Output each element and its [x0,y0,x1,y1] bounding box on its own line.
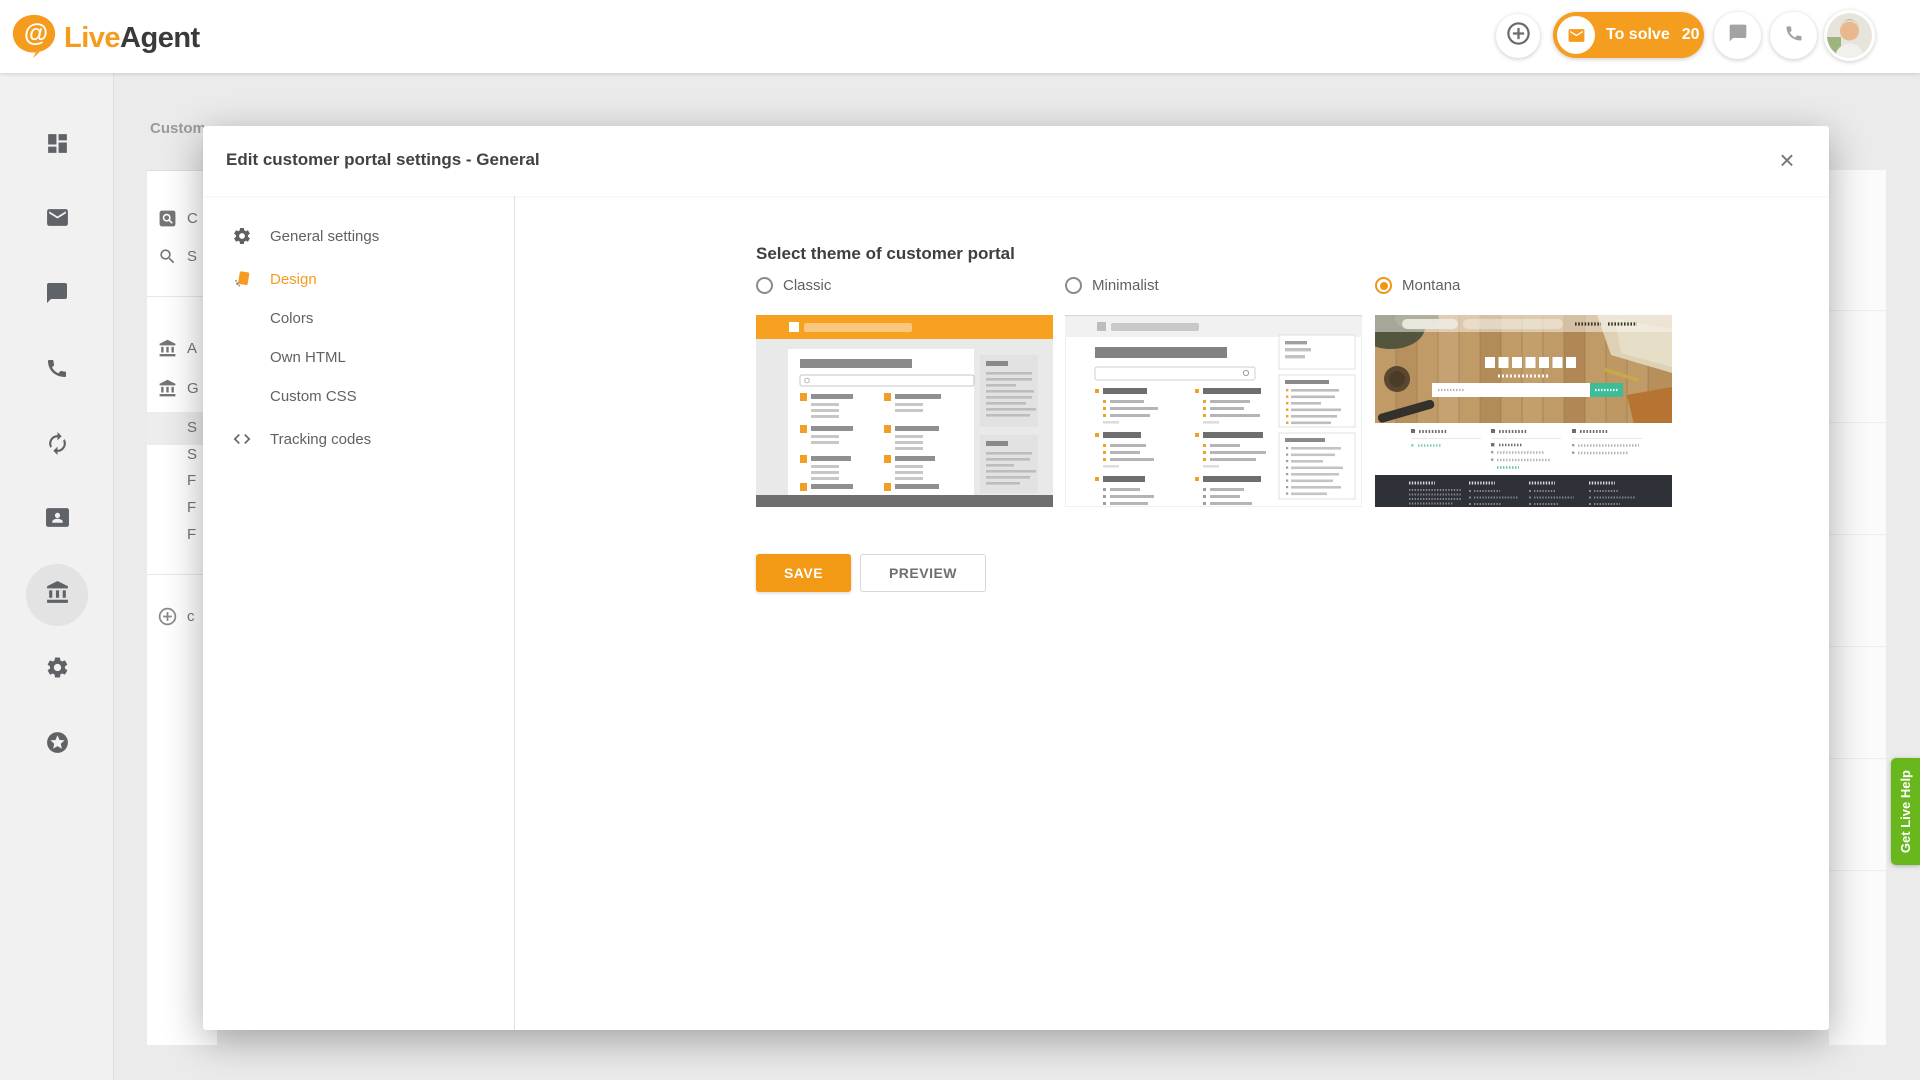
liveagent-logo[interactable]: @ LiveAgent [10,13,200,64]
sidebar-item-social[interactable] [33,422,81,470]
edit-portal-settings-modal: Edit customer portal settings - General … [203,126,1829,1030]
get-live-help-tab[interactable]: Get Live Help [1891,758,1920,865]
sidebar-item-contacts[interactable] [33,496,81,544]
theme-preview-montana[interactable] [1375,315,1672,507]
mail-icon [45,205,70,235]
phone-icon [1784,23,1804,48]
theme-option-montana[interactable]: Montana [1375,277,1460,294]
sidebar-item-customer-portal[interactable] [33,571,81,619]
theme-preview-classic[interactable] [756,315,1053,507]
avatar-image [1827,13,1872,58]
envelope-icon [1557,16,1595,54]
star-circle-icon [45,730,70,760]
theme-radio-minimalist[interactable] [1065,277,1082,294]
top-header: @ LiveAgent To solve 20 [0,0,1920,73]
add-circle-icon [155,606,179,627]
user-avatar[interactable] [1824,10,1875,61]
gear-icon [45,655,70,685]
modal-header: Edit customer portal settings - General … [203,126,1829,196]
modal-content: Select theme of customer portal Classic … [553,196,1829,1030]
bank-icon [155,379,179,398]
dashboard-icon [45,131,70,161]
svg-text:@: @ [24,21,48,48]
background-page-title: Custom [150,120,205,137]
get-live-help-label: Get Live Help [1898,770,1913,853]
modal-title: Edit customer portal settings - General [226,150,540,170]
theme-section-heading: Select theme of customer portal [756,244,1015,264]
to-solve-label: To solve [1606,26,1670,44]
bg-row-create: c [155,606,195,627]
to-solve-count: 20 [1682,26,1700,44]
modal-settings-nav: General settings Design Colors Own HTML … [203,196,515,1030]
sidebar-item-chats[interactable] [33,271,81,319]
plus-circle-icon [1505,20,1532,52]
theme-option-classic[interactable]: Classic [756,277,831,294]
theme-option-minimalist[interactable]: Minimalist [1065,277,1159,294]
modal-nav-tracking-codes[interactable]: Tracking codes [203,424,515,454]
modal-nav-custom-css[interactable]: Custom CSS [203,381,515,411]
chats-overview-button[interactable] [1714,12,1761,59]
modal-nav-colors[interactable]: Colors [203,303,515,333]
theme-preview-minimalist[interactable] [1065,315,1362,507]
bank-icon [155,339,179,358]
design-icon [229,268,255,290]
sidebar-item-calls[interactable] [33,346,81,394]
add-new-button[interactable] [1496,14,1540,58]
chat-icon [45,281,69,310]
liveagent-logo-icon: @ [10,13,58,64]
modal-nav-own-html[interactable]: Own HTML [203,342,515,372]
code-icon [229,429,255,449]
logo-wordmark: LiveAgent [64,22,200,55]
theme-radio-montana[interactable] [1375,277,1392,294]
gear-icon [229,226,255,246]
sidebar-item-configuration[interactable] [33,646,81,694]
close-icon[interactable]: × [1771,144,1803,176]
bg-row-portal-g: G [155,379,199,398]
contact-card-icon [45,505,70,535]
bank-icon [45,580,70,610]
to-solve-button[interactable]: To solve 20 [1553,12,1704,58]
bg-row-search: S [155,247,197,266]
refresh-circle-icon [45,431,70,461]
modal-nav-design[interactable]: Design [203,264,515,294]
save-button[interactable]: SAVE [756,554,851,592]
calls-overview-button[interactable] [1770,12,1817,59]
chat-bubble-icon [1728,23,1748,48]
bg-row-search-card: C [155,209,198,228]
theme-radio-classic[interactable] [756,277,773,294]
background-table-strip [1829,170,1886,1045]
bg-row-portal-a: A [155,339,197,358]
image-search-icon [155,209,179,228]
sidebar-item-tickets[interactable] [33,196,81,244]
phone-icon [45,356,69,385]
sidebar-item-dashboard[interactable] [33,122,81,170]
search-icon [155,247,179,266]
sidebar-item-gamification[interactable] [33,721,81,769]
main-sidebar [0,73,114,1080]
modal-nav-general-settings[interactable]: General settings [203,221,515,251]
preview-button[interactable]: PREVIEW [860,554,986,592]
